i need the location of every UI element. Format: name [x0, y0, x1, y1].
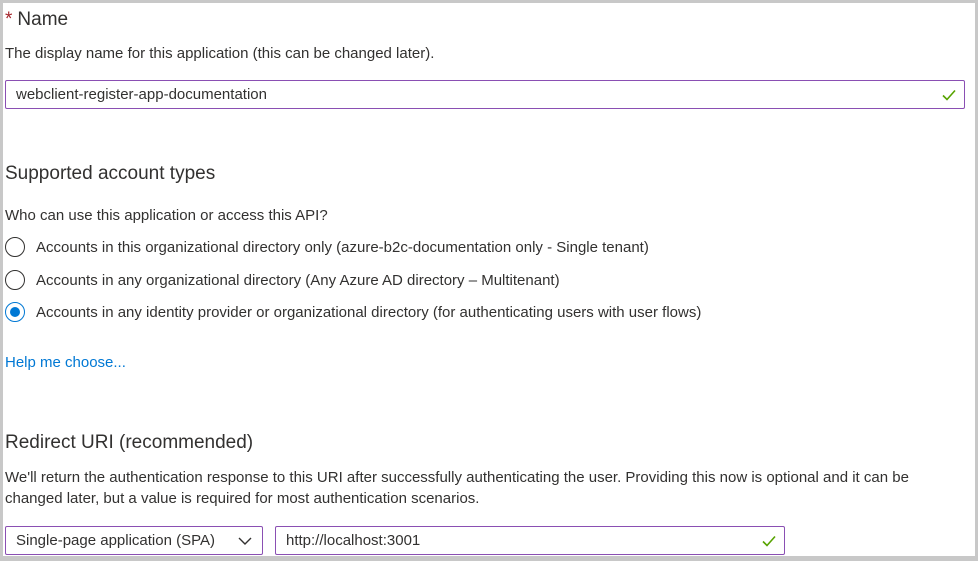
required-marker: *: [5, 9, 13, 30]
account-option-multitenant[interactable]: Accounts in any organizational directory…: [5, 270, 560, 290]
account-option-single-tenant[interactable]: Accounts in this organizational director…: [5, 237, 649, 257]
name-title-text: Name: [17, 9, 69, 30]
name-description: The display name for this application (t…: [5, 45, 435, 62]
radio-button[interactable]: [5, 270, 25, 290]
platform-select-value: Single-page application (SPA): [16, 532, 216, 549]
app-name-input[interactable]: webclient-register-app-documentation: [5, 80, 965, 109]
redirect-uri-description: We'll return the authentication response…: [5, 469, 909, 507]
radio-button[interactable]: [5, 237, 25, 257]
check-icon: [942, 89, 956, 101]
chevron-down-icon: [238, 537, 252, 545]
account-types-title: Supported account types: [5, 163, 216, 184]
radio-button-selected[interactable]: [5, 302, 25, 322]
check-icon: [762, 535, 776, 547]
account-option-any-identity-provider[interactable]: Accounts in any identity provider or org…: [5, 302, 701, 322]
platform-select[interactable]: Single-page application (SPA): [5, 526, 263, 555]
account-types-question: Who can use this application or access t…: [5, 207, 328, 224]
help-me-choose-link[interactable]: Help me choose...: [5, 354, 126, 371]
app-name-value[interactable]: webclient-register-app-documentation: [16, 86, 941, 103]
account-option-label: Accounts in any organizational directory…: [36, 271, 560, 289]
account-option-label: Accounts in any identity provider or org…: [36, 303, 702, 321]
redirect-uri-value[interactable]: http://localhost:3001: [286, 532, 761, 549]
account-option-label: Accounts in this organizational director…: [36, 238, 649, 256]
app-registration-form: * Name The display name for this applicat…: [0, 0, 978, 561]
redirect-uri-input[interactable]: http://localhost:3001: [275, 526, 785, 555]
name-section-title: * Name: [5, 9, 68, 31]
redirect-uri-title: Redirect URI (recommended): [5, 432, 254, 453]
